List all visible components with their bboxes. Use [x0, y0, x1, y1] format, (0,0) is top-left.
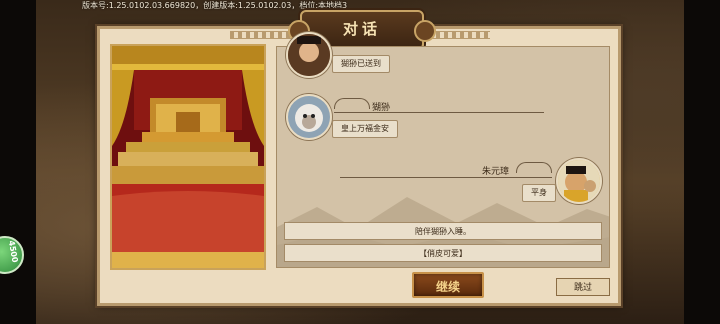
throne-room-scene: [110, 44, 266, 270]
name-underline-2: [340, 177, 552, 178]
message-bubble-3: 平身: [522, 184, 556, 202]
choice-option-1[interactable]: 陪伴猢狲入睡。: [284, 222, 602, 240]
emperor-portrait-icon: [556, 158, 602, 204]
message-bubble-2: 皇上万福金安: [332, 120, 398, 138]
skip-button[interactable]: 跳过: [556, 278, 610, 296]
continue-button[interactable]: 继续: [412, 272, 484, 298]
name-cloud-ornament-2: [516, 162, 552, 173]
left-letterbox: [0, 0, 36, 324]
side-badge-text: 4500: [6, 239, 20, 264]
message-bubble-1: 猢狲已送到: [332, 55, 390, 73]
speaker-name-emperor: 朱元璋: [482, 167, 510, 177]
name-cloud-ornament-1: [334, 98, 370, 109]
right-letterbox: [684, 0, 720, 324]
official-portrait-icon: [286, 32, 332, 78]
choice-option-2[interactable]: 【俏皮可爱】: [284, 244, 602, 262]
name-underline-1: [334, 112, 544, 113]
monkey-portrait-icon: [286, 94, 332, 140]
